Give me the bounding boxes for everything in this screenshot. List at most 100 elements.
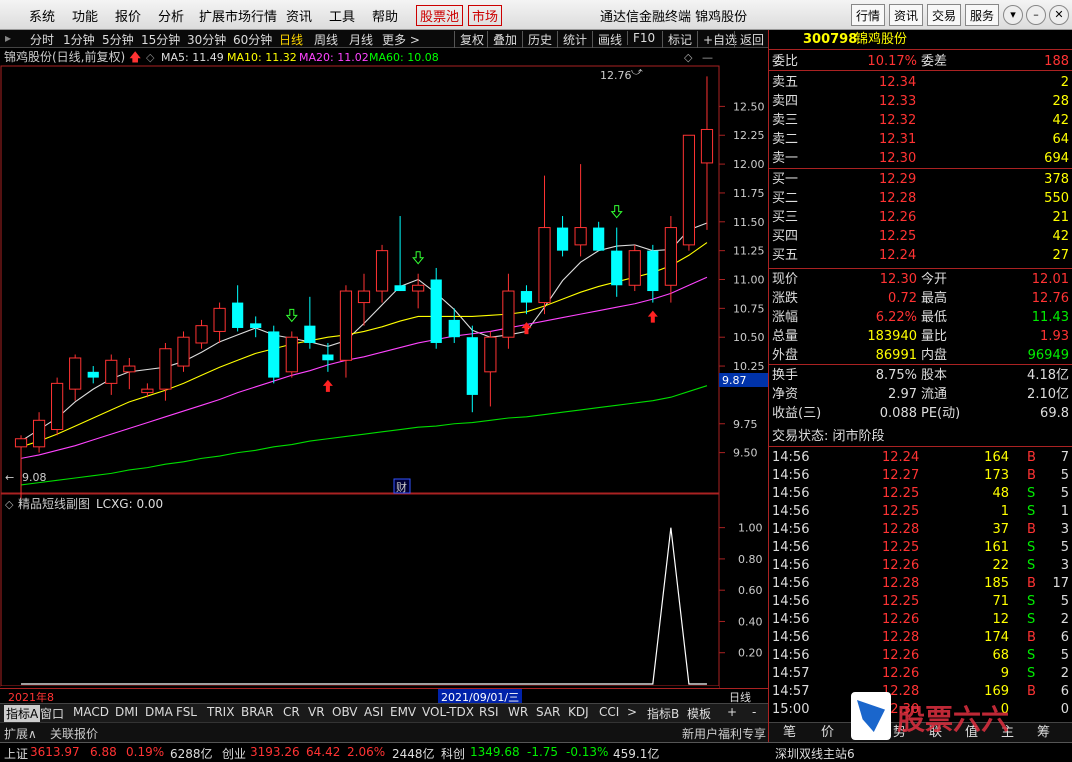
zoom-in-button[interactable]: + [727,705,737,719]
btn-news[interactable]: 资讯 [889,4,924,26]
kline-chart[interactable]: 12.50 12.25 12.00 11.75 11.50 11.25 11.00 10.75… [0,48,768,688]
menu-function[interactable]: 功能 [72,6,98,25]
bid-row[interactable]: 买三 12.26 21 [769,208,1072,227]
period-5min[interactable]: 5分钟 [102,31,134,48]
finance-mark[interactable]: 财 [396,480,407,494]
tab-dmi[interactable]: DMI [115,705,138,719]
stats-row[interactable]: 涨幅 6.22% 最低 11.43 [769,308,1072,327]
tick-row[interactable]: 14:56 12.25 1 S 1 [769,502,1072,521]
tab-cci[interactable]: CCI [599,705,619,719]
tick-row[interactable]: 14:56 12.28 185 B 17 [769,574,1072,593]
tab-vol-tdx[interactable]: VOL-TDX [422,705,474,719]
tab-more[interactable]: > [627,705,637,719]
ask-row[interactable]: 卖二 12.31 64 [769,130,1072,149]
indicator-settings-icon[interactable]: ◇ [5,498,14,511]
tick-row[interactable]: 14:56 12.26 12 S 2 [769,610,1072,629]
bid-row[interactable]: 买一 12.29 378 [769,170,1072,189]
tick-row[interactable]: 14:56 12.28 174 B 6 [769,628,1072,647]
minus-icon[interactable]: — [702,51,713,64]
tab-macd[interactable]: MACD [73,705,109,719]
tab-indicator-a[interactable]: 指标A [4,705,41,722]
close-icon[interactable]: ✕ [1049,5,1069,25]
btn-trade[interactable]: 交易 [927,4,962,26]
menu-quote[interactable]: 报价 [115,6,141,25]
period-15min[interactable]: 15分钟 [141,31,180,48]
menu-system[interactable]: 系统 [29,6,55,25]
fund-row[interactable]: 换手 8.75% 股本 4.18亿 [769,366,1072,385]
server-status[interactable]: 深圳双线主站6 [775,745,855,762]
tab-vr[interactable]: VR [308,705,325,719]
menu-analysis[interactable]: 分析 [158,6,184,25]
menu-tools[interactable]: 工具 [329,6,355,25]
stats-row[interactable]: 总量 183940 量比 1.93 [769,327,1072,346]
menu-help[interactable]: 帮助 [372,6,398,25]
bid-row[interactable]: 买五 12.24 27 [769,246,1072,265]
tab-emv[interactable]: EMV [390,705,416,719]
ask-row[interactable]: 卖三 12.32 42 [769,111,1072,130]
stats-row[interactable]: 现价 12.30 今开 12.01 [769,270,1072,289]
period-60min[interactable]: 60分钟 [233,31,272,48]
tab-template[interactable]: 模板 [687,705,711,722]
tab-rsi[interactable]: RSI [479,705,499,719]
period-toggle-icon[interactable]: ▸ [5,31,11,45]
tab-cr[interactable]: CR [283,705,300,719]
bid-row[interactable]: 买二 12.28 550 [769,189,1072,208]
stats-row[interactable]: 外盘 86991 内盘 96949 [769,346,1072,365]
tab-brar[interactable]: BRAR [241,705,274,719]
tab-obv[interactable]: OBV [332,705,358,719]
ext-related-quotes[interactable]: 关联报价 [50,725,98,742]
settings-diamond-icon[interactable]: ◇ [146,51,155,64]
period-30min[interactable]: 30分钟 [187,31,226,48]
ask-row[interactable]: 卖一 12.30 694 [769,149,1072,168]
tab-indicator-b[interactable]: 指标B [647,705,679,722]
tab-tick[interactable]: 笔 [783,723,796,742]
tool-f10[interactable]: F10 [627,31,655,45]
tab-trix[interactable]: TRIX [207,705,234,719]
tick-row[interactable]: 14:56 12.26 68 S 5 [769,646,1072,665]
tick-row[interactable]: 14:56 12.28 37 B 3 [769,520,1072,539]
bid-row[interactable]: 买四 12.25 42 [769,227,1072,246]
zoom-out-button[interactable]: - [752,705,756,719]
tool-stats[interactable]: 统计 [557,31,587,48]
btn-quotes[interactable]: 行情 [851,4,886,26]
tab-dma[interactable]: DMA [145,705,173,719]
menu-market[interactable]: 市场 [468,5,503,26]
ask-row[interactable]: 卖五 12.34 2 [769,73,1072,92]
period-tick[interactable]: 分时 [30,31,54,48]
tool-draw[interactable]: 画线 [592,31,622,48]
tab-fsl[interactable]: FSL [176,705,197,719]
stats-row[interactable]: 涨跌 0.72 最高 12.76 [769,289,1072,308]
tab-sar[interactable]: SAR [536,705,560,719]
tick-row[interactable]: 14:56 12.25 71 S 5 [769,592,1072,611]
minimize-icon[interactable]: – [1026,5,1046,25]
btn-service[interactable]: 服务 [965,4,1000,26]
period-monthly[interactable]: 月线 [349,31,373,48]
ext-new-user-promo[interactable]: 新用户福利专享 [682,725,766,742]
tick-row[interactable]: 14:56 12.25 48 S 5 [769,484,1072,503]
ask-row[interactable]: 卖四 12.33 28 [769,92,1072,111]
period-weekly[interactable]: 周线 [314,31,338,48]
tool-restore[interactable]: 复权 [454,31,484,48]
period-1min[interactable]: 1分钟 [63,31,95,48]
index-sh-name[interactable]: 上证 [4,745,28,762]
tab-kdj[interactable]: KDJ [568,705,589,719]
period-more[interactable]: 更多 > [382,31,420,48]
menu-ext-market[interactable]: 扩展市场行情 [199,6,277,25]
tab-window[interactable]: 窗口 [40,705,64,722]
tool-mark[interactable]: 标记 [662,31,692,48]
fund-row[interactable]: 收益(三) 0.088 PE(动) 69.8 [769,404,1072,423]
tool-overlay[interactable]: 叠加 [487,31,517,48]
index-kc-name[interactable]: 科创 [441,745,465,762]
menu-stock-pool[interactable]: 股票池 [416,5,464,26]
tick-row[interactable]: 14:56 12.24 164 B 7 [769,448,1072,467]
tab-asi[interactable]: ASI [364,705,383,719]
fund-row[interactable]: 净资 2.97 流通 2.10亿 [769,385,1072,404]
tick-row[interactable]: 14:57 12.26 9 S 2 [769,664,1072,683]
index-cy-name[interactable]: 创业 [222,745,246,762]
tool-add-watch[interactable]: +自选 [697,31,737,48]
tool-back[interactable]: 返回 [734,31,764,48]
tick-row[interactable]: 14:56 12.25 161 S 5 [769,538,1072,557]
tick-row[interactable]: 14:56 12.27 173 B 5 [769,466,1072,485]
ext-expand-button[interactable]: 扩展∧ [4,725,37,742]
tab-price[interactable]: 价 [821,723,834,742]
